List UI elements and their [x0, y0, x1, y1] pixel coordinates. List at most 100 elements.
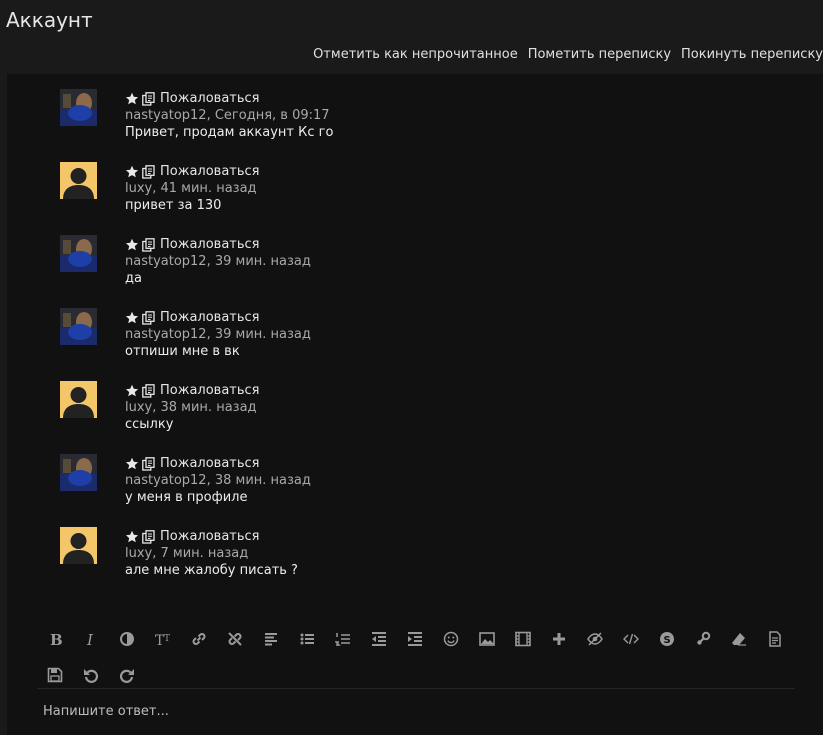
avatar[interactable]: [60, 527, 97, 564]
align-icon: [265, 633, 277, 646]
message-item: Пожаловаться luxy, 41 мин. назад привет за…: [7, 147, 823, 213]
report-link[interactable]: Пожаловаться: [160, 455, 260, 472]
steam-button[interactable]: [685, 626, 721, 652]
remove-format-icon: [732, 633, 746, 646]
outdent-button[interactable]: [361, 626, 397, 652]
smiley-icon: [443, 631, 459, 647]
bold-icon: B: [50, 631, 63, 647]
message-text: Привет, продам аккаунт Кс го: [125, 125, 334, 140]
copy-icon[interactable]: [142, 456, 155, 471]
indent-button[interactable]: [397, 626, 433, 652]
message-meta: luxy, 38 мин. назад: [125, 400, 257, 415]
copy-icon[interactable]: [142, 164, 155, 179]
message-body: Пожаловаться nastyatop12, 39 мин. назад от…: [125, 309, 311, 360]
unlink-icon: [228, 632, 242, 646]
hide-button[interactable]: [577, 626, 613, 652]
star-icon[interactable]: [125, 530, 139, 544]
color-button[interactable]: [109, 626, 145, 652]
drafts-icon: [769, 631, 781, 647]
message-text: привет за 130: [125, 198, 222, 213]
media-button[interactable]: [505, 626, 541, 652]
remove-format-button[interactable]: [721, 626, 757, 652]
message-item: Пожаловаться nastyatop12, 38 мин. назад у …: [7, 439, 823, 505]
message-item: Пожаловаться nastyatop12, 39 мин. назад да: [7, 220, 823, 287]
leave-conversation-link[interactable]: Покинуть переписку: [681, 47, 823, 62]
copy-icon[interactable]: [142, 529, 155, 544]
font-size-button[interactable]: TT: [145, 626, 181, 652]
copy-icon[interactable]: [142, 310, 155, 325]
code-icon: [623, 633, 639, 645]
message-meta: luxy, 41 мин. назад: [125, 181, 257, 196]
avatar[interactable]: [60, 381, 97, 418]
mark-unread-link[interactable]: Отметить как непрочитанное: [313, 47, 518, 62]
link-icon: [192, 633, 206, 645]
font-size-icon: TT: [155, 633, 170, 647]
avatar[interactable]: [60, 308, 97, 345]
insert-icon: [553, 633, 565, 645]
star-icon[interactable]: [125, 92, 139, 106]
report-link[interactable]: Пожаловаться: [160, 90, 260, 107]
image-icon: [479, 632, 495, 646]
image-button[interactable]: [469, 626, 505, 652]
message-body: Пожаловаться luxy, 38 мин. назад ссылку: [125, 382, 260, 433]
star-icon[interactable]: [125, 165, 139, 179]
numbered-list-button[interactable]: [325, 626, 361, 652]
star-icon[interactable]: [125, 384, 139, 398]
insert-button[interactable]: [541, 626, 577, 652]
avatar[interactable]: [60, 235, 97, 272]
message-meta: luxy, 7 мин. назад: [125, 546, 249, 561]
flag-conversation-link[interactable]: Пометить переписку: [528, 47, 671, 62]
numbered-list-icon: [335, 633, 350, 646]
drafts-button[interactable]: [757, 626, 793, 652]
message-body: Пожаловаться nastyatop12, Сегодня, в 09:1…: [125, 90, 333, 141]
report-link[interactable]: Пожаловаться: [160, 163, 260, 180]
message-item: Пожаловаться luxy, 38 мин. назад ссылку: [7, 366, 823, 433]
message-text: отпиши мне в вк: [125, 344, 240, 359]
svg-text:I: I: [86, 631, 94, 647]
report-link[interactable]: Пожаловаться: [160, 309, 260, 326]
indent-icon: [408, 632, 422, 646]
message-body: Пожаловаться luxy, 7 мин. назад але мне жа…: [125, 528, 298, 579]
code-button[interactable]: [613, 626, 649, 652]
avatar[interactable]: [60, 89, 97, 126]
star-icon[interactable]: [125, 457, 139, 471]
smiley-button[interactable]: [433, 626, 469, 652]
message-item: Пожаловаться nastyatop12, 39 мин. назад от…: [7, 293, 823, 360]
message-meta: nastyatop12, 39 мин. назад: [125, 327, 311, 342]
link-button[interactable]: [181, 626, 217, 652]
conversation-panel: Пожаловаться nastyatop12, Сегодня, в 09:1…: [7, 74, 823, 735]
bullet-list-button[interactable]: [289, 626, 325, 652]
message-controls: Пожаловаться: [125, 455, 311, 472]
skype-button[interactable]: S: [649, 626, 685, 652]
message-item: Пожаловаться luxy, 7 мин. назад але мне жа…: [7, 512, 823, 579]
star-icon[interactable]: [125, 238, 139, 252]
report-link[interactable]: Пожаловаться: [160, 236, 260, 253]
star-icon[interactable]: [125, 311, 139, 325]
message-meta: nastyatop12, Сегодня, в 09:17: [125, 108, 330, 123]
redo-icon: [119, 669, 134, 683]
copy-icon[interactable]: [142, 237, 155, 252]
unlink-button[interactable]: [217, 626, 253, 652]
outdent-icon: [372, 632, 386, 646]
italic-button[interactable]: I: [73, 626, 109, 652]
message-body: Пожаловаться nastyatop12, 39 мин. назад да: [125, 236, 311, 287]
report-link[interactable]: Пожаловаться: [160, 528, 260, 545]
svg-text:B: B: [50, 631, 63, 647]
report-link[interactable]: Пожаловаться: [160, 382, 260, 399]
media-icon: [515, 631, 531, 647]
avatar[interactable]: [60, 454, 97, 491]
message-text: але мне жалобу писать ?: [125, 563, 298, 578]
align-button[interactable]: [253, 626, 289, 652]
reply-input[interactable]: [37, 694, 795, 728]
avatar[interactable]: [60, 162, 97, 199]
message-controls: Пожаловаться: [125, 382, 260, 399]
copy-icon[interactable]: [142, 383, 155, 398]
copy-icon[interactable]: [142, 91, 155, 106]
page-title: Аккаунт: [6, 8, 93, 32]
save-button[interactable]: [37, 662, 73, 688]
undo-button[interactable]: [73, 662, 109, 688]
message-controls: Пожаловаться: [125, 90, 333, 107]
message-meta: nastyatop12, 38 мин. назад: [125, 473, 311, 488]
bold-button[interactable]: B: [37, 626, 73, 652]
redo-button[interactable]: [109, 662, 145, 688]
